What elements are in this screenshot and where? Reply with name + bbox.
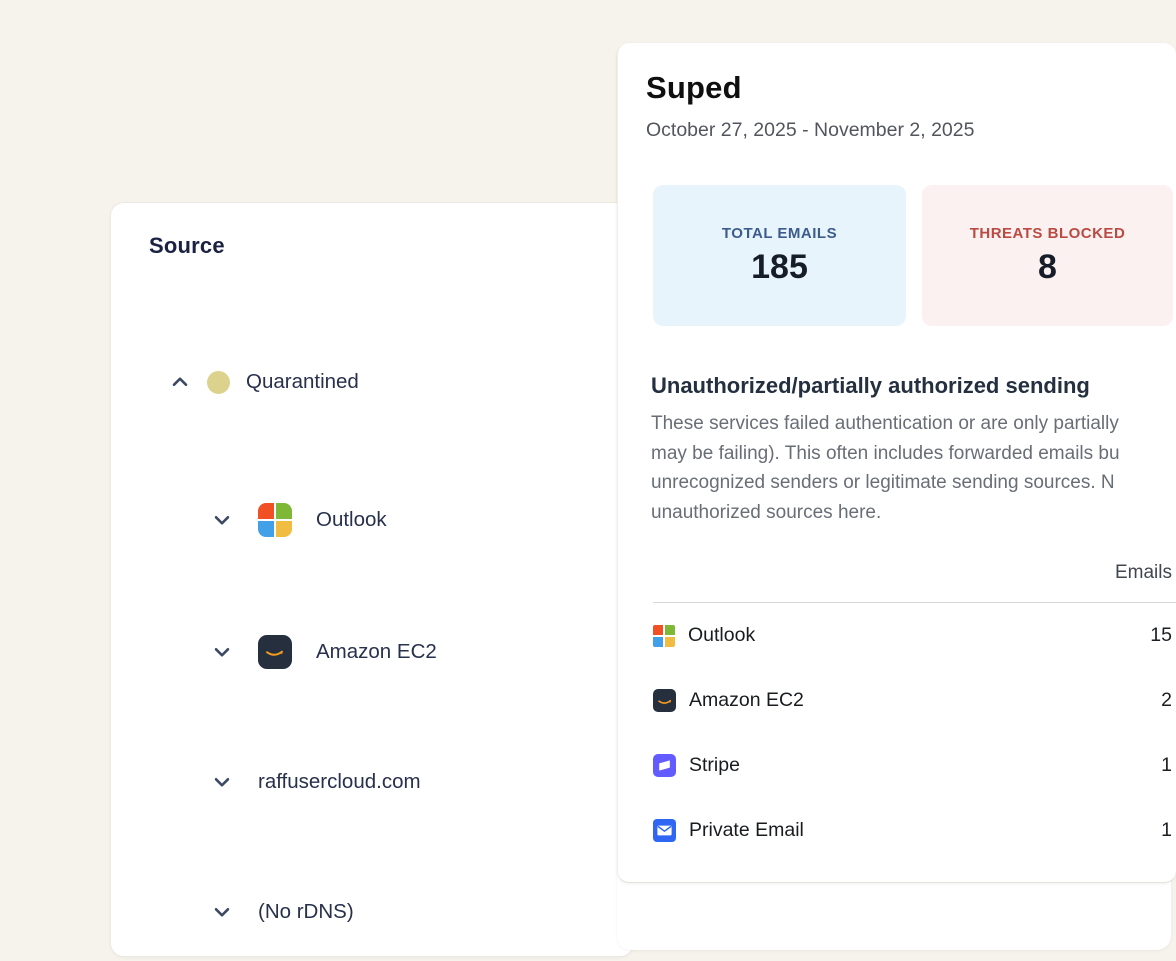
stat-label: THREATS BLOCKED — [970, 225, 1126, 242]
service-name: Private Email — [689, 819, 804, 842]
stat-value: 8 — [1038, 248, 1057, 287]
tree-item-label: (No rDNS) — [258, 900, 354, 924]
description-line: unauthorized sources here. — [651, 498, 1120, 528]
stats-row: TOTAL EMAILS 185 THREATS BLOCKED 8 — [653, 185, 1173, 326]
tree-item-label: Quarantined — [246, 370, 359, 394]
stat-label: TOTAL EMAILS — [722, 225, 837, 242]
service-email-count: 1 — [1161, 819, 1172, 842]
service-table: Outlook 15 Amazon EC2 2 — [618, 603, 1176, 863]
service-email-count: 15 — [1150, 624, 1172, 647]
chevron-down-icon[interactable] — [209, 899, 235, 925]
chevron-down-icon[interactable] — [209, 507, 235, 533]
tree-item-quarantined[interactable]: Quarantined — [167, 363, 359, 401]
tree-item-outlook[interactable]: Outlook — [209, 501, 387, 539]
source-panel-heading: Source — [149, 233, 225, 259]
source-panel: Source Quarantined Outlook Amazon EC2 — [110, 202, 634, 957]
chevron-down-icon[interactable] — [209, 769, 235, 795]
service-email-count: 1 — [1161, 754, 1172, 777]
service-name: Stripe — [689, 754, 740, 777]
stat-card-threats-blocked: THREATS BLOCKED 8 — [922, 185, 1173, 326]
section-heading: Unauthorized/partially authorized sendin… — [651, 373, 1090, 399]
tree-item-no-rdns[interactable]: (No rDNS) — [209, 893, 354, 931]
report-card: Suped October 27, 2025 - November 2, 202… — [617, 43, 1176, 883]
table-header-emails: Emails — [1115, 562, 1172, 584]
amazon-logo-icon — [653, 689, 676, 712]
section-description: These services failed authentication or … — [651, 409, 1120, 527]
tree-item-label: raffusercloud.com — [258, 770, 421, 794]
microsoft-logo-icon — [653, 625, 675, 647]
description-line: may be failing). This often includes for… — [651, 439, 1120, 469]
tree-item-label: Amazon EC2 — [316, 640, 437, 664]
report-date-range: October 27, 2025 - November 2, 2025 — [646, 119, 974, 142]
private-email-logo-icon — [653, 819, 676, 842]
service-name: Outlook — [688, 624, 755, 647]
description-line: These services failed authentication or … — [651, 409, 1120, 439]
tree-item-amazon-ec2[interactable]: Amazon EC2 — [209, 633, 437, 671]
tree-item-label: Outlook — [316, 508, 387, 532]
stat-value: 185 — [751, 248, 808, 287]
table-row: Amazon EC2 2 — [618, 668, 1176, 733]
table-row: Outlook 15 — [618, 603, 1176, 668]
chevron-up-icon[interactable] — [167, 369, 193, 395]
chevron-down-icon[interactable] — [209, 639, 235, 665]
tree-item-raffusercloud[interactable]: raffusercloud.com — [209, 763, 421, 801]
microsoft-logo-icon — [258, 503, 292, 537]
stat-card-total-emails: TOTAL EMAILS 185 — [653, 185, 906, 326]
table-row: Stripe 1 — [618, 733, 1176, 798]
stripe-logo-icon — [653, 754, 676, 777]
service-email-count: 2 — [1161, 689, 1172, 712]
report-title: Suped — [646, 70, 742, 106]
quarantine-dot-icon — [207, 371, 230, 394]
amazon-logo-icon — [258, 635, 292, 669]
service-name: Amazon EC2 — [689, 689, 804, 712]
description-line: unrecognized senders or legitimate sendi… — [651, 468, 1120, 498]
table-row: Private Email 1 — [618, 798, 1176, 863]
